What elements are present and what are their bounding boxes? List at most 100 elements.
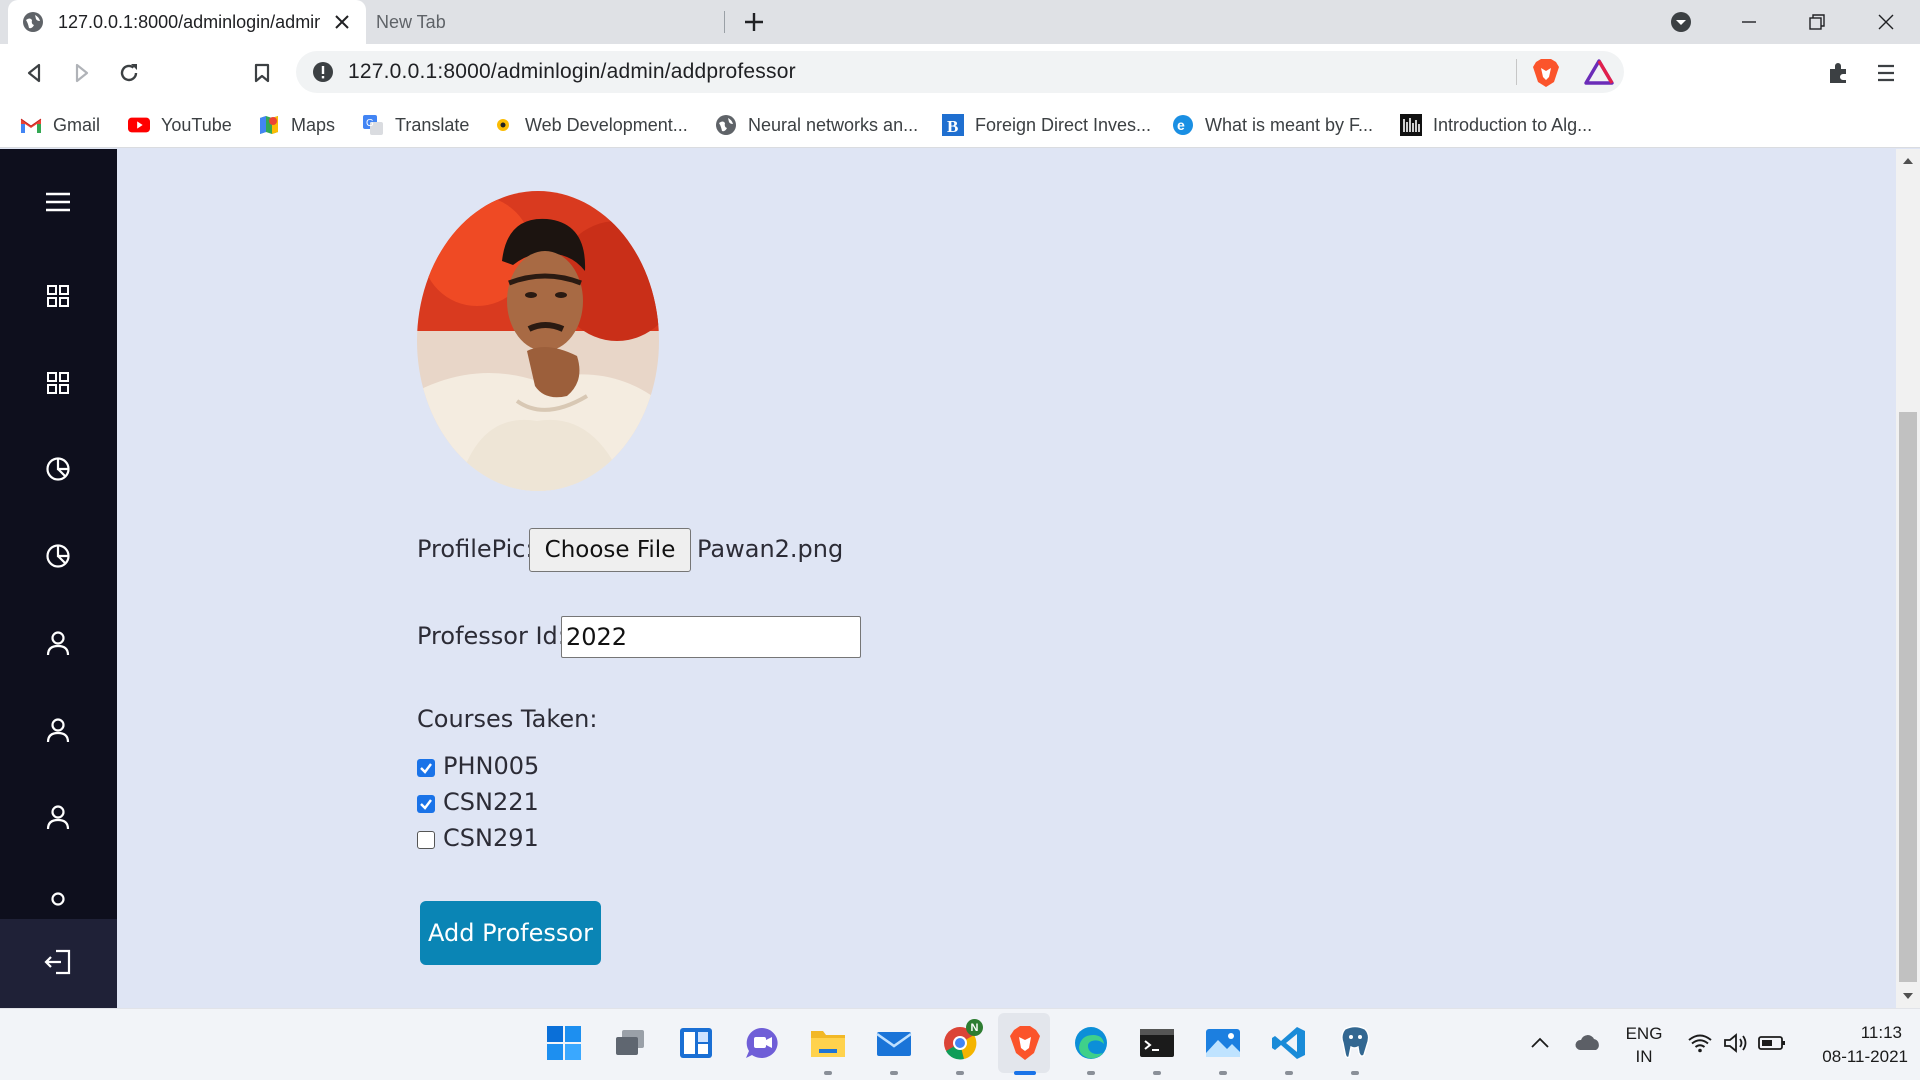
chrome-profile-badge: N: [966, 1019, 983, 1036]
professor-id-label: Professor Id:: [417, 622, 566, 650]
bars-icon: [1400, 114, 1422, 136]
bookmark-web-development[interactable]: Web Development...: [492, 111, 688, 139]
bookmark-neural-networks[interactable]: Neural networks an...: [715, 111, 918, 139]
logout-item[interactable]: [0, 919, 117, 1008]
running-indicator: [1087, 1071, 1095, 1075]
profile-picture-preview: [417, 191, 659, 491]
volume-icon[interactable]: [1716, 1023, 1756, 1063]
b-icon: B: [942, 114, 964, 136]
translate-icon: G: [362, 114, 384, 136]
choose-file-button[interactable]: Choose File: [529, 528, 691, 572]
scroll-thumb[interactable]: [1899, 412, 1917, 982]
brave-browser-icon[interactable]: [1005, 1023, 1045, 1063]
page-scrollbar[interactable]: [1896, 149, 1920, 1008]
course-checkbox-csn291[interactable]: [417, 831, 435, 849]
tab-new-tab[interactable]: New Tab: [366, 0, 726, 44]
bookmark-maps[interactable]: Maps: [258, 111, 335, 139]
bookmark-translate[interactable]: G Translate: [362, 111, 469, 139]
course-label: CSN291: [443, 824, 539, 852]
globe-icon: [715, 114, 737, 136]
site-info-icon[interactable]: [312, 61, 334, 83]
restore-icon[interactable]: [1802, 8, 1832, 36]
menu-icon[interactable]: [38, 182, 78, 222]
file-explorer-icon[interactable]: [808, 1023, 848, 1063]
bookmark-foreign-direct-investment[interactable]: B Foreign Direct Inves...: [942, 111, 1151, 139]
bookmark-label: Maps: [291, 114, 336, 135]
region-indicator[interactable]: IN: [1616, 1047, 1672, 1067]
tab-divider: [724, 11, 725, 33]
add-professor-form: ProfilePic: Choose File Pawan2.png Profe…: [117, 149, 1896, 1008]
chrome-icon[interactable]: N: [940, 1019, 983, 1063]
brave-shields-icon[interactable]: [1532, 58, 1560, 92]
back-icon[interactable]: [18, 57, 50, 89]
postgresql-icon[interactable]: [1335, 1023, 1375, 1063]
photos-icon[interactable]: [1203, 1023, 1243, 1063]
course-checkbox-csn221[interactable]: [417, 795, 435, 813]
user-icon[interactable]: [38, 623, 78, 663]
chevron-up-icon[interactable]: [1520, 1023, 1560, 1063]
dashboard-icon[interactable]: [38, 276, 78, 316]
scroll-down-icon[interactable]: [1902, 991, 1914, 1001]
course-label: PHN005: [443, 752, 540, 780]
user-icon[interactable]: [38, 884, 78, 924]
bookmark-youtube[interactable]: YouTube: [128, 111, 232, 139]
chart-pie-icon[interactable]: [38, 536, 78, 576]
webdev-icon: [492, 114, 514, 136]
courses-taken-label: Courses Taken:: [417, 705, 598, 733]
user-icon[interactable]: [38, 710, 78, 750]
gmail-icon: [20, 114, 42, 136]
terminal-icon[interactable]: [1137, 1023, 1177, 1063]
task-view-icon[interactable]: [610, 1023, 650, 1063]
profile-pic-label: ProfilePic:: [417, 535, 534, 563]
clock-date[interactable]: 08-11-2021: [1800, 1047, 1908, 1067]
chart-pie-icon[interactable]: [38, 449, 78, 489]
profile-dropdown-icon[interactable]: [1666, 8, 1696, 36]
tab-active[interactable]: 127.0.0.1:8000/adminlogin/admin/addprofe…: [8, 0, 366, 44]
bookmark-what-is-meant-by[interactable]: e What is meant by F...: [1172, 111, 1373, 139]
course-checkbox-phn005[interactable]: [417, 759, 435, 777]
mail-icon[interactable]: [874, 1023, 914, 1063]
add-professor-button[interactable]: Add Professor: [420, 901, 601, 965]
scroll-up-icon[interactable]: [1902, 156, 1914, 166]
tab-title: 127.0.0.1:8000/adminlogin/admin/addprofe…: [58, 11, 320, 32]
e-icon: e: [1172, 114, 1194, 136]
widgets-icon[interactable]: [676, 1023, 716, 1063]
reload-icon[interactable]: [113, 57, 145, 89]
user-icon[interactable]: [38, 797, 78, 837]
running-indicator: [1219, 1071, 1227, 1075]
address-bar[interactable]: 127.0.0.1:8000/adminlogin/admin/addprofe…: [296, 51, 1624, 93]
clock-time[interactable]: 11:13: [1800, 1023, 1908, 1043]
globe-icon: [22, 11, 44, 33]
battery-icon[interactable]: [1752, 1023, 1792, 1063]
check-icon: [420, 763, 432, 774]
onedrive-icon[interactable]: [1568, 1023, 1608, 1063]
professor-id-input[interactable]: 2022: [561, 616, 861, 658]
url-text: 127.0.0.1:8000/adminlogin/admin/addprofe…: [348, 60, 796, 83]
running-indicator: [890, 1071, 898, 1075]
forward-icon[interactable]: [66, 57, 98, 89]
running-indicator: [1351, 1071, 1359, 1075]
teams-chat-icon[interactable]: [742, 1023, 782, 1063]
close-icon[interactable]: [330, 10, 354, 34]
minimize-icon[interactable]: [1734, 8, 1764, 36]
browser-toolbar: 127.0.0.1:8000/adminlogin/admin/addprofe…: [0, 44, 1920, 102]
new-tab-button[interactable]: [740, 8, 768, 36]
language-indicator[interactable]: ENG: [1616, 1024, 1672, 1044]
windows-start-icon[interactable]: [544, 1023, 584, 1063]
close-window-icon[interactable]: [1871, 8, 1901, 36]
bookmark-icon[interactable]: [246, 57, 278, 89]
bookmark-introduction-to-algorithms[interactable]: Introduction to Alg...: [1400, 111, 1592, 139]
bookmark-label: Translate: [395, 114, 470, 135]
maps-icon: [258, 114, 280, 136]
menu-icon[interactable]: [1870, 57, 1902, 89]
extensions-icon[interactable]: [1822, 57, 1854, 89]
bookmark-gmail[interactable]: Gmail: [20, 111, 100, 139]
bookmarks-bar: Gmail YouTube Maps G Translate Web Devel…: [0, 102, 1920, 148]
wifi-icon[interactable]: [1680, 1023, 1720, 1063]
edge-icon[interactable]: [1071, 1023, 1111, 1063]
dashboard-icon[interactable]: [38, 363, 78, 403]
brave-rewards-icon[interactable]: [1584, 59, 1614, 89]
vscode-icon[interactable]: [1269, 1023, 1309, 1063]
svg-text:e: e: [1177, 117, 1185, 133]
bookmark-label: Foreign Direct Inves...: [975, 114, 1152, 135]
